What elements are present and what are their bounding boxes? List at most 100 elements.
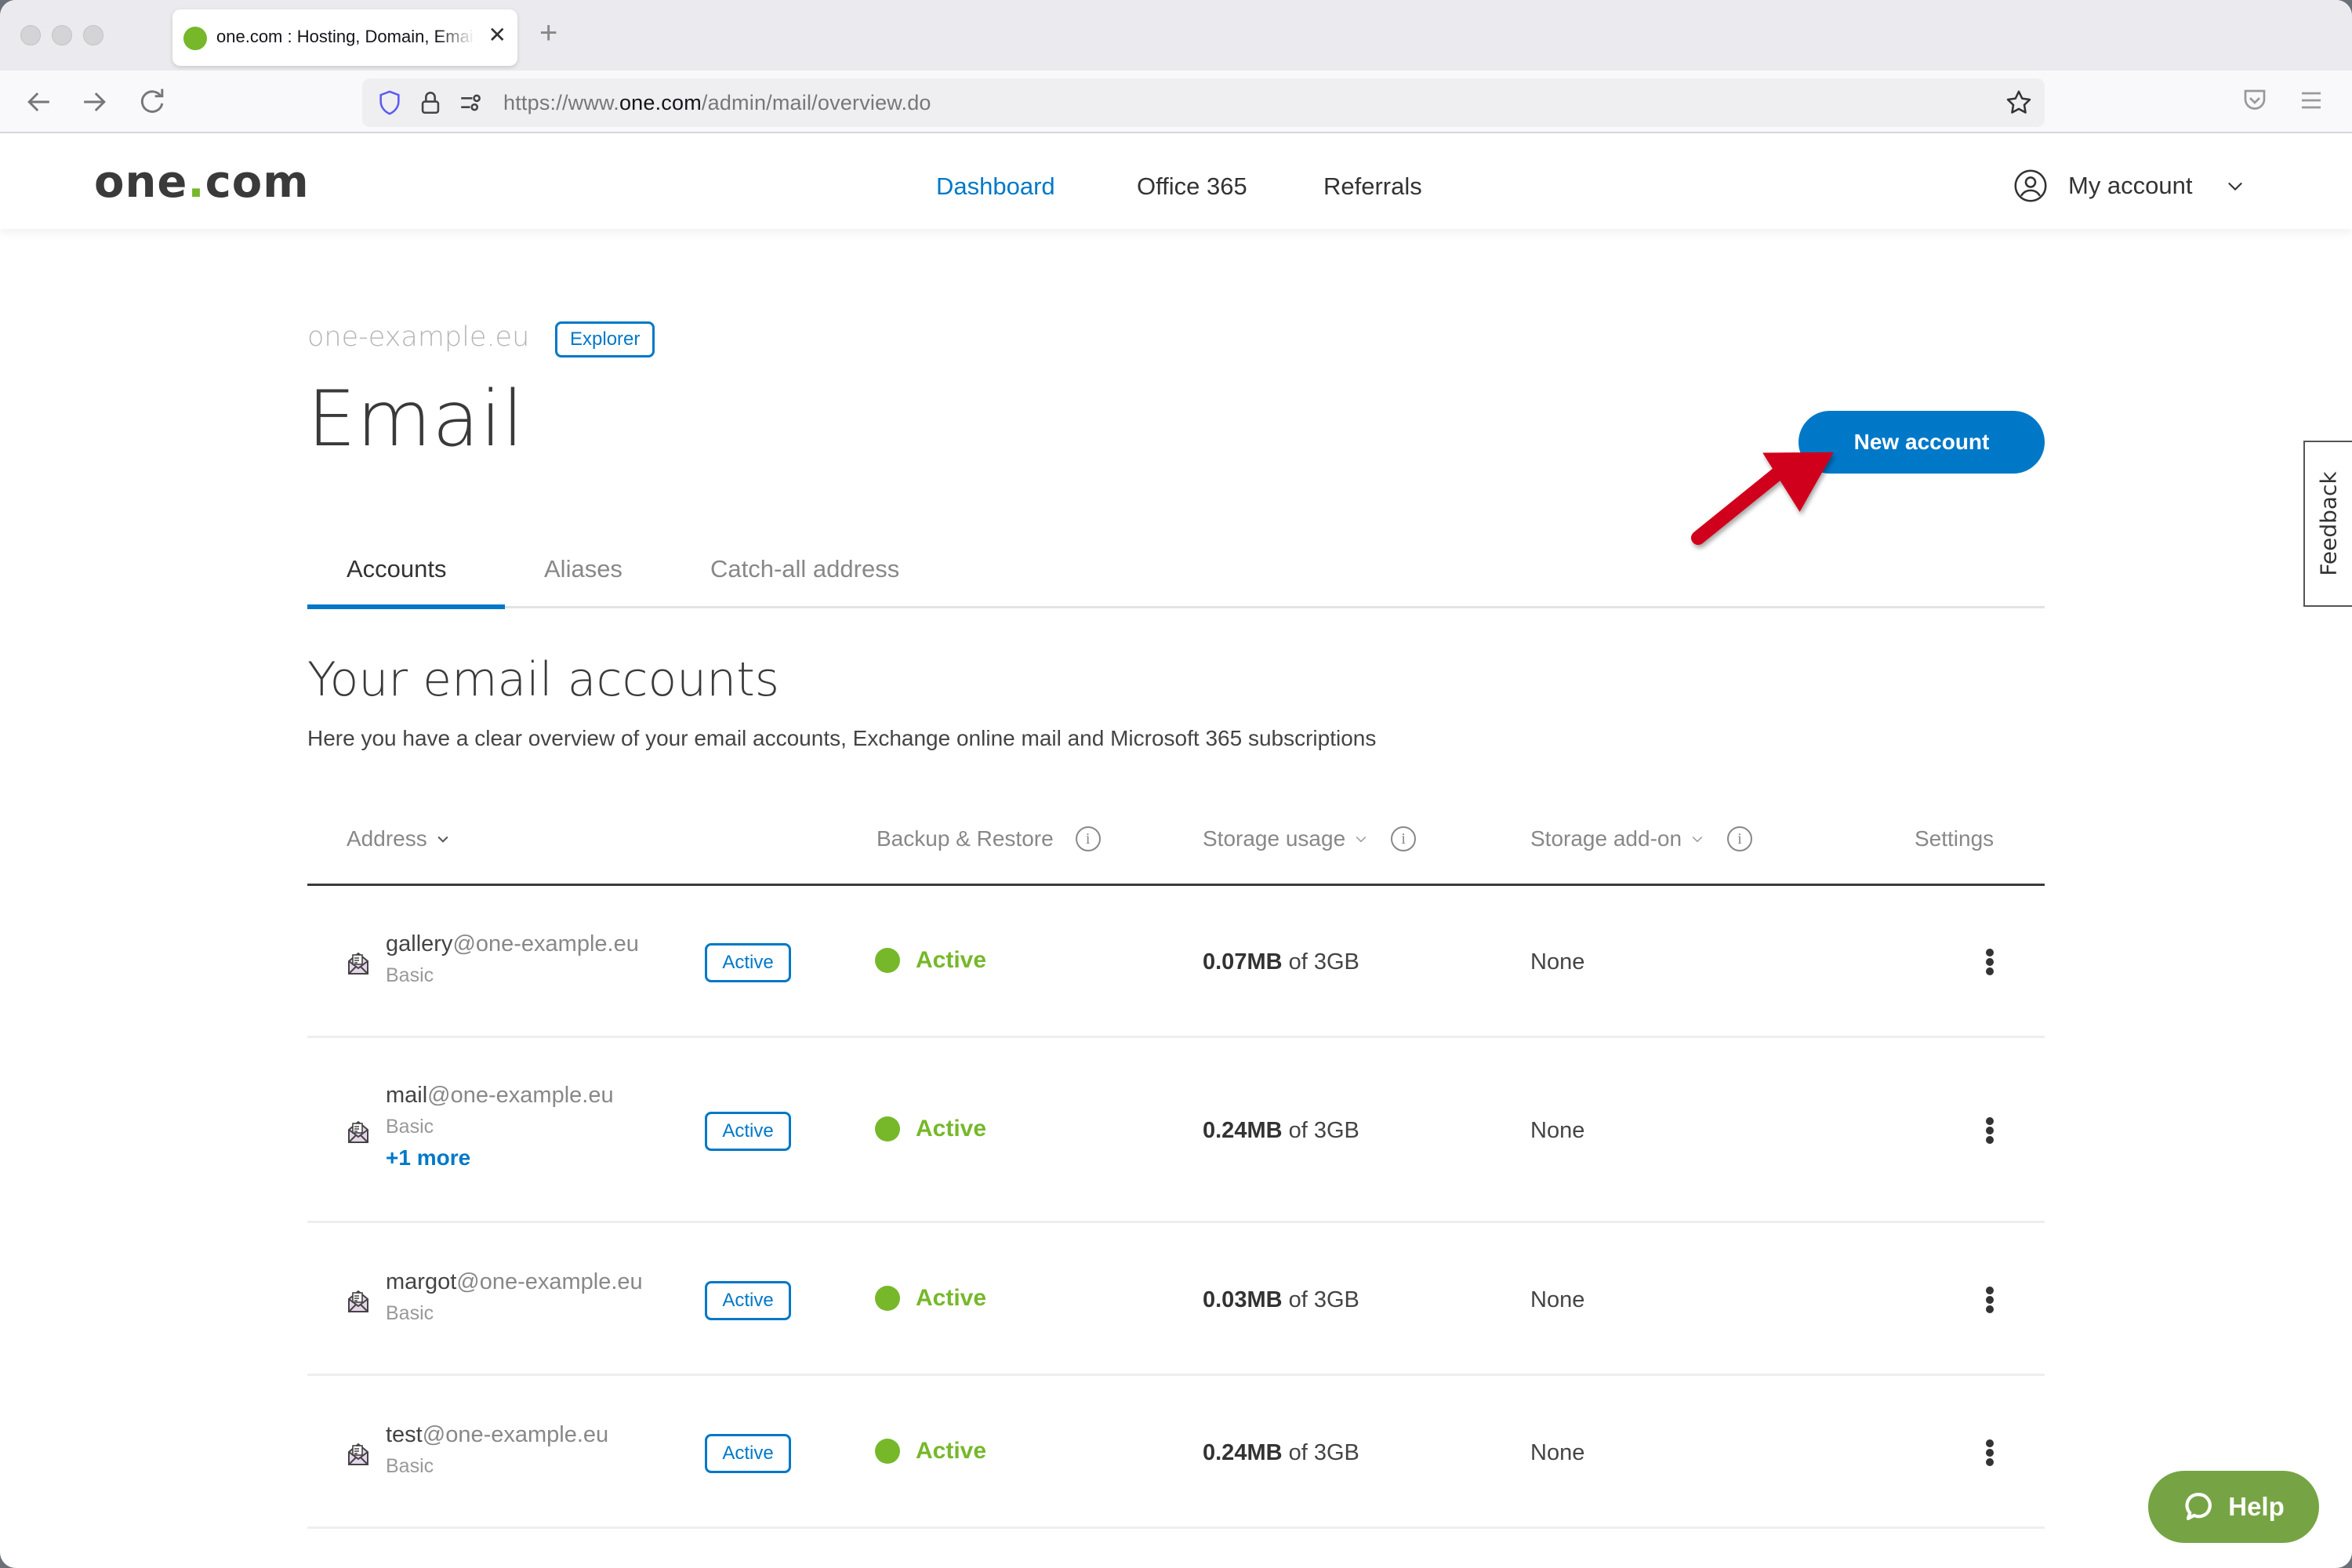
column-address[interactable]: Address [347,826,451,851]
account-status-badge: Active [705,1434,791,1473]
table-row: mail@one-example.eu Basic +1 more Active Act… [307,1040,2045,1223]
storage-quota: of 3GB [1282,1118,1359,1143]
feedback-tab[interactable]: Feedback [2303,441,2352,607]
backup-status: Active [875,1438,986,1465]
forward-button[interactable] [77,85,111,119]
annotation-arrow-icon [1691,452,1834,545]
my-account-menu[interactable]: My account [2013,166,2246,205]
column-storage-addon[interactable]: Storage add-on i [1530,826,1753,851]
url-text[interactable]: https://www.one.com/admin/mail/overview.… [503,91,931,115]
nav-dashboard[interactable]: Dashboard [936,172,1055,201]
table-row: test@one-example.eu Basic Active Active 0.24… [307,1378,2045,1529]
tab-accounts[interactable]: Accounts [347,555,447,583]
reload-icon [140,89,164,113]
page-title: Email [307,375,524,464]
storage-used: 0.24MB [1203,1440,1283,1465]
tracking-shield-icon[interactable] [376,89,403,116]
sort-chevron-icon [437,836,448,843]
info-icon[interactable]: i [1075,826,1101,851]
email-plan: Basic [386,1455,434,1477]
nav-office-365[interactable]: Office 365 [1137,172,1247,201]
envelope-icon [347,1288,370,1313]
row-settings-kebab-icon[interactable] [1980,947,1999,978]
tab-title: one.com : Hosting, Domain, Email [216,27,475,46]
backup-status-label: Active [916,947,987,973]
email-user: test [386,1422,423,1447]
menu-icon[interactable] [2297,86,2325,114]
row-settings-kebab-icon[interactable] [1980,1285,1999,1316]
column-settings: Settings [1915,826,1994,851]
browser-window: one.com : Hosting, Domain, Email ✕ + htt… [0,0,2352,1568]
table-row: margot@one-example.eu Basic Active Active 0.… [307,1225,2045,1376]
storage-quota: of 3GB [1282,1287,1359,1312]
browser-toolbar: https://www.one.com/admin/mail/overview.… [0,71,2352,133]
close-tab-icon[interactable]: ✕ [488,24,506,47]
user-circle-icon [2014,169,2047,202]
help-button[interactable]: Help [2148,1471,2319,1543]
email-address[interactable]: mail@one-example.eu [386,1083,614,1109]
storage-addon: None [1530,1440,1585,1465]
status-dot-icon [875,1439,900,1464]
column-settings-label: Settings [1915,826,1994,851]
email-domain: @one-example.eu [452,931,639,956]
sort-chevron-icon [1356,836,1367,843]
backup-status: Active [875,1116,986,1142]
storage-usage: 0.24MB of 3GB [1203,1118,1359,1144]
envelope-icon [347,1441,370,1466]
column-storage-usage-label: Storage usage [1203,826,1346,851]
info-icon[interactable]: i [1391,826,1417,851]
pocket-icon[interactable] [2241,86,2269,114]
help-label: Help [2228,1492,2285,1521]
section-subtitle: Here you have a clear overview of your e… [307,726,1377,750]
chevron-down-icon [2227,182,2242,191]
column-storage-usage[interactable]: Storage usage i [1203,826,1417,851]
account-status-badge: Active [705,1281,791,1320]
row-settings-kebab-icon[interactable] [1980,1438,1999,1469]
envelope-icon [347,950,370,975]
email-plan: Basic [386,964,434,986]
tab-strip: one.com : Hosting, Domain, Email ✕ + [0,0,2352,71]
account-status-badge: Active [705,1112,791,1151]
more-aliases-link[interactable]: +1 more [386,1145,470,1171]
email-address[interactable]: test@one-example.eu [386,1422,608,1448]
permissions-icon[interactable] [458,89,485,116]
new-tab-button[interactable]: + [539,16,557,51]
envelope-icon [347,1119,370,1144]
storage-quota: of 3GB [1282,1440,1359,1465]
favicon-icon [183,27,207,50]
site-header: one.com Dashboard Office 365 Referrals M… [0,135,2352,229]
email-address[interactable]: margot@one-example.eu [386,1269,643,1295]
bookmark-star-icon[interactable] [2004,88,2034,118]
window-close-button[interactable] [20,25,41,45]
chat-bubble-icon [2185,1493,2212,1520]
my-account-label: My account [2068,172,2193,199]
browser-tab[interactable]: one.com : Hosting, Domain, Email ✕ [172,9,517,66]
storage-usage: 0.03MB of 3GB [1203,1287,1359,1313]
email-user: mail [386,1083,428,1108]
storage-addon: None [1530,1118,1585,1143]
tab-catch-all[interactable]: Catch-all address [710,555,899,583]
back-button[interactable] [22,85,56,119]
sort-chevron-icon [1692,836,1703,843]
table-header: Address Backup & Restore i Storage usage… [307,815,2045,886]
email-user: gallery [386,931,453,956]
table-row: gallery@one-example.eu Basic Active Active 0… [307,887,2045,1038]
domain-name: one-example.eu [307,321,530,353]
email-address[interactable]: gallery@one-example.eu [386,931,639,957]
info-icon[interactable]: i [1727,826,1753,851]
nav-referrals[interactable]: Referrals [1323,172,1422,201]
backup-status: Active [875,947,986,974]
window-zoom-button[interactable] [83,25,103,45]
email-plan: Basic [386,1116,434,1138]
plan-badge: Explorer [555,321,655,358]
storage-addon: None [1530,949,1585,975]
row-settings-kebab-icon[interactable] [1980,1116,1999,1147]
storage-addon: None [1530,1287,1585,1312]
lock-icon[interactable] [417,89,444,116]
reload-button[interactable] [135,85,169,119]
one-com-logo[interactable]: one.com [94,157,310,208]
tab-aliases[interactable]: Aliases [544,555,622,583]
feedback-label: Feedback [2315,471,2342,576]
address-bar[interactable]: https://www.one.com/admin/mail/overview.… [362,78,2045,127]
window-minimize-button[interactable] [52,25,72,45]
